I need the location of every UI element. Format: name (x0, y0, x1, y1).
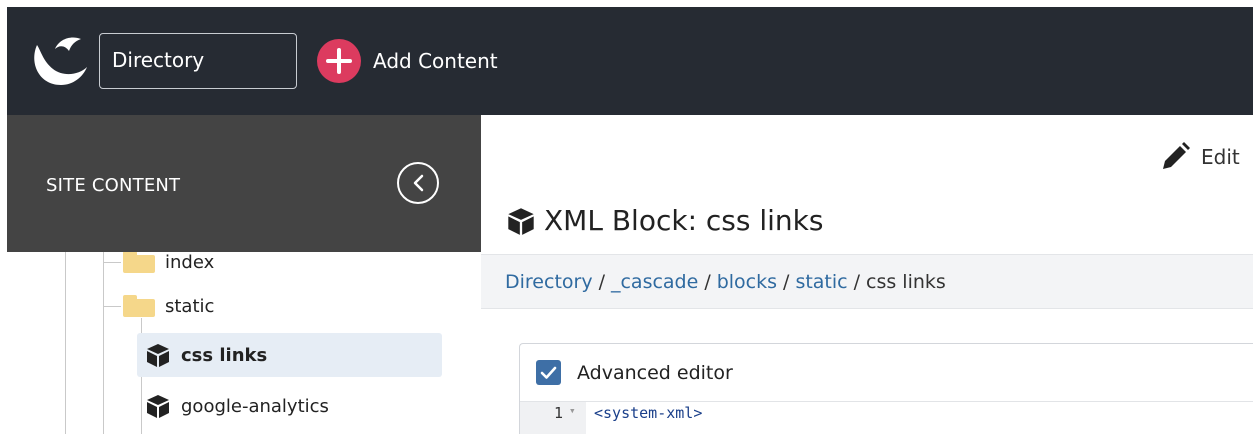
add-content-label: Add Content (373, 49, 498, 73)
line-number: 1 (554, 404, 564, 422)
breadcrumb-separator: / (598, 271, 605, 293)
tree-guide-line (65, 252, 66, 434)
breadcrumb-separator: / (853, 271, 861, 293)
tree-item-label: index (165, 252, 215, 273)
breadcrumb-link-blocks[interactable]: blocks (717, 271, 777, 293)
site-content-tree: index static css links google-analytics (7, 252, 481, 434)
tree-guide-line (103, 252, 104, 434)
tree-item-label: css links (181, 344, 268, 366)
advanced-editor-checkbox[interactable] (536, 360, 561, 385)
xml-editor-panel: Advanced editor 1 ▾ <system-xml> (519, 343, 1253, 434)
breadcrumb-link-directory[interactable]: Directory (505, 271, 593, 293)
cube-icon (147, 395, 169, 418)
main-content: Edit XML Block: css links Directory / _cas… (481, 115, 1253, 434)
tree-connector (103, 262, 121, 263)
tree-item-label: google-analytics (181, 395, 329, 417)
breadcrumb-separator: / (704, 271, 711, 293)
site-selector-value: Directory (112, 48, 205, 72)
tree-item-static[interactable]: static (123, 284, 214, 328)
page-title: XML Block: css links (506, 204, 823, 237)
crescent-logo-icon[interactable] (25, 27, 89, 91)
page-title-text: XML Block: css links (544, 204, 824, 237)
folder-icon (123, 252, 155, 273)
pencil-icon (1163, 142, 1190, 169)
tree-item-css-links[interactable]: css links (137, 333, 442, 377)
code-gutter: 1 ▾ (520, 402, 586, 434)
collapse-sidebar-button[interactable] (397, 162, 439, 204)
edit-label: Edit (1201, 145, 1240, 169)
code-editor[interactable]: 1 ▾ <system-xml> (520, 401, 1253, 434)
tree-item-google-analytics[interactable]: google-analytics (145, 384, 329, 428)
plus-circle-icon (317, 39, 361, 83)
chevron-left-icon (413, 174, 424, 192)
advanced-editor-label: Advanced editor (577, 361, 733, 384)
sidebar-header: SITE CONTENT (7, 115, 481, 252)
site-selector[interactable]: Directory (99, 33, 297, 89)
checkmark-icon (540, 366, 557, 379)
breadcrumb-bar: Directory / _cascade / blocks / static / css lin… (481, 254, 1253, 309)
breadcrumb: Directory / _cascade / blocks / static / css lin… (505, 271, 946, 293)
breadcrumb-link-static[interactable]: static (795, 271, 847, 293)
breadcrumb-link-cascade[interactable]: _cascade (611, 271, 698, 293)
tree-item-label: static (165, 295, 215, 317)
tree-item-index[interactable]: index (123, 252, 214, 284)
cube-icon (147, 344, 169, 367)
folder-icon (123, 295, 155, 317)
edit-button[interactable]: Edit (1159, 141, 1240, 173)
breadcrumb-separator: / (783, 271, 790, 293)
top-navbar: Directory Add Content (7, 7, 1253, 115)
add-content-button[interactable]: Add Content (317, 38, 498, 84)
cube-icon (508, 207, 534, 235)
sidebar-title: SITE CONTENT (46, 175, 181, 196)
advanced-editor-row: Advanced editor (520, 344, 1253, 401)
code-line: <system-xml> (594, 404, 703, 422)
tree-connector (103, 306, 121, 307)
fold-arrow-icon[interactable]: ▾ (569, 404, 576, 417)
breadcrumb-current: css links (866, 271, 946, 293)
